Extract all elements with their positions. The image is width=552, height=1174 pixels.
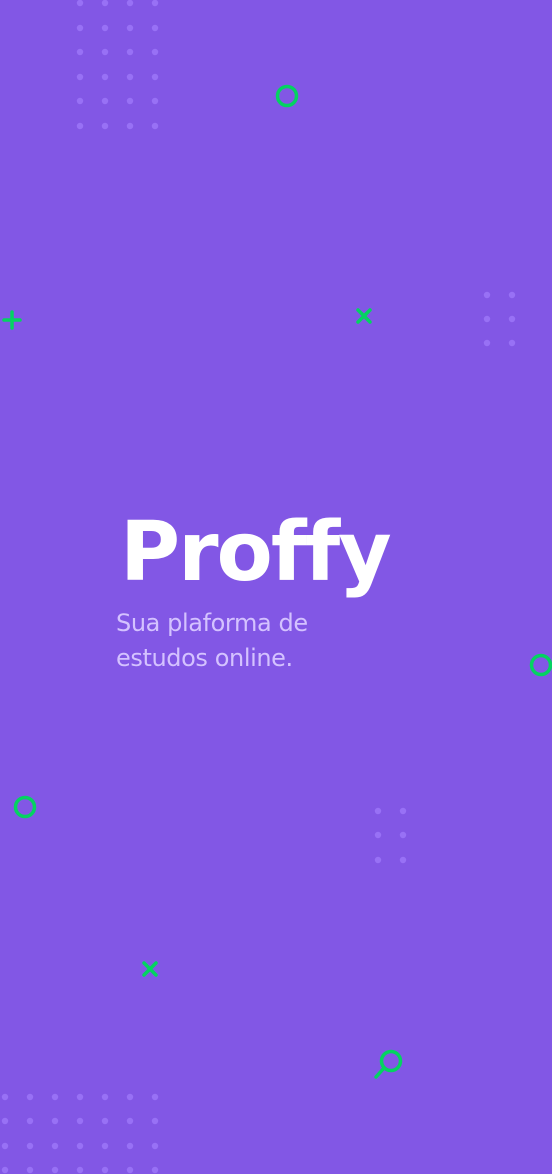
dot-grid-top-left xyxy=(76,0,159,130)
x-icon xyxy=(142,961,158,977)
dot-grid-middle xyxy=(374,807,407,864)
tagline-line-2: estudos online. xyxy=(116,644,293,672)
search-icon xyxy=(374,1049,403,1079)
ring-icon xyxy=(13,795,37,819)
logo-text: Proffy xyxy=(120,505,390,600)
ring-icon xyxy=(275,84,299,108)
logo: Proffy xyxy=(120,505,392,600)
tagline-line-1: Sua plaforma de xyxy=(116,609,308,637)
landing-screen: Proffy Sua plaforma de estudos online. xyxy=(0,0,552,1174)
ring-icon xyxy=(529,653,552,677)
plus-icon xyxy=(2,310,22,330)
x-icon xyxy=(356,308,372,324)
dot-grid-right xyxy=(483,291,516,347)
dot-grid-bottom-left xyxy=(1,1093,159,1174)
tagline: Sua plaforma de estudos online. xyxy=(116,606,376,676)
brand-block: Proffy Sua plaforma de estudos online. xyxy=(116,500,476,676)
